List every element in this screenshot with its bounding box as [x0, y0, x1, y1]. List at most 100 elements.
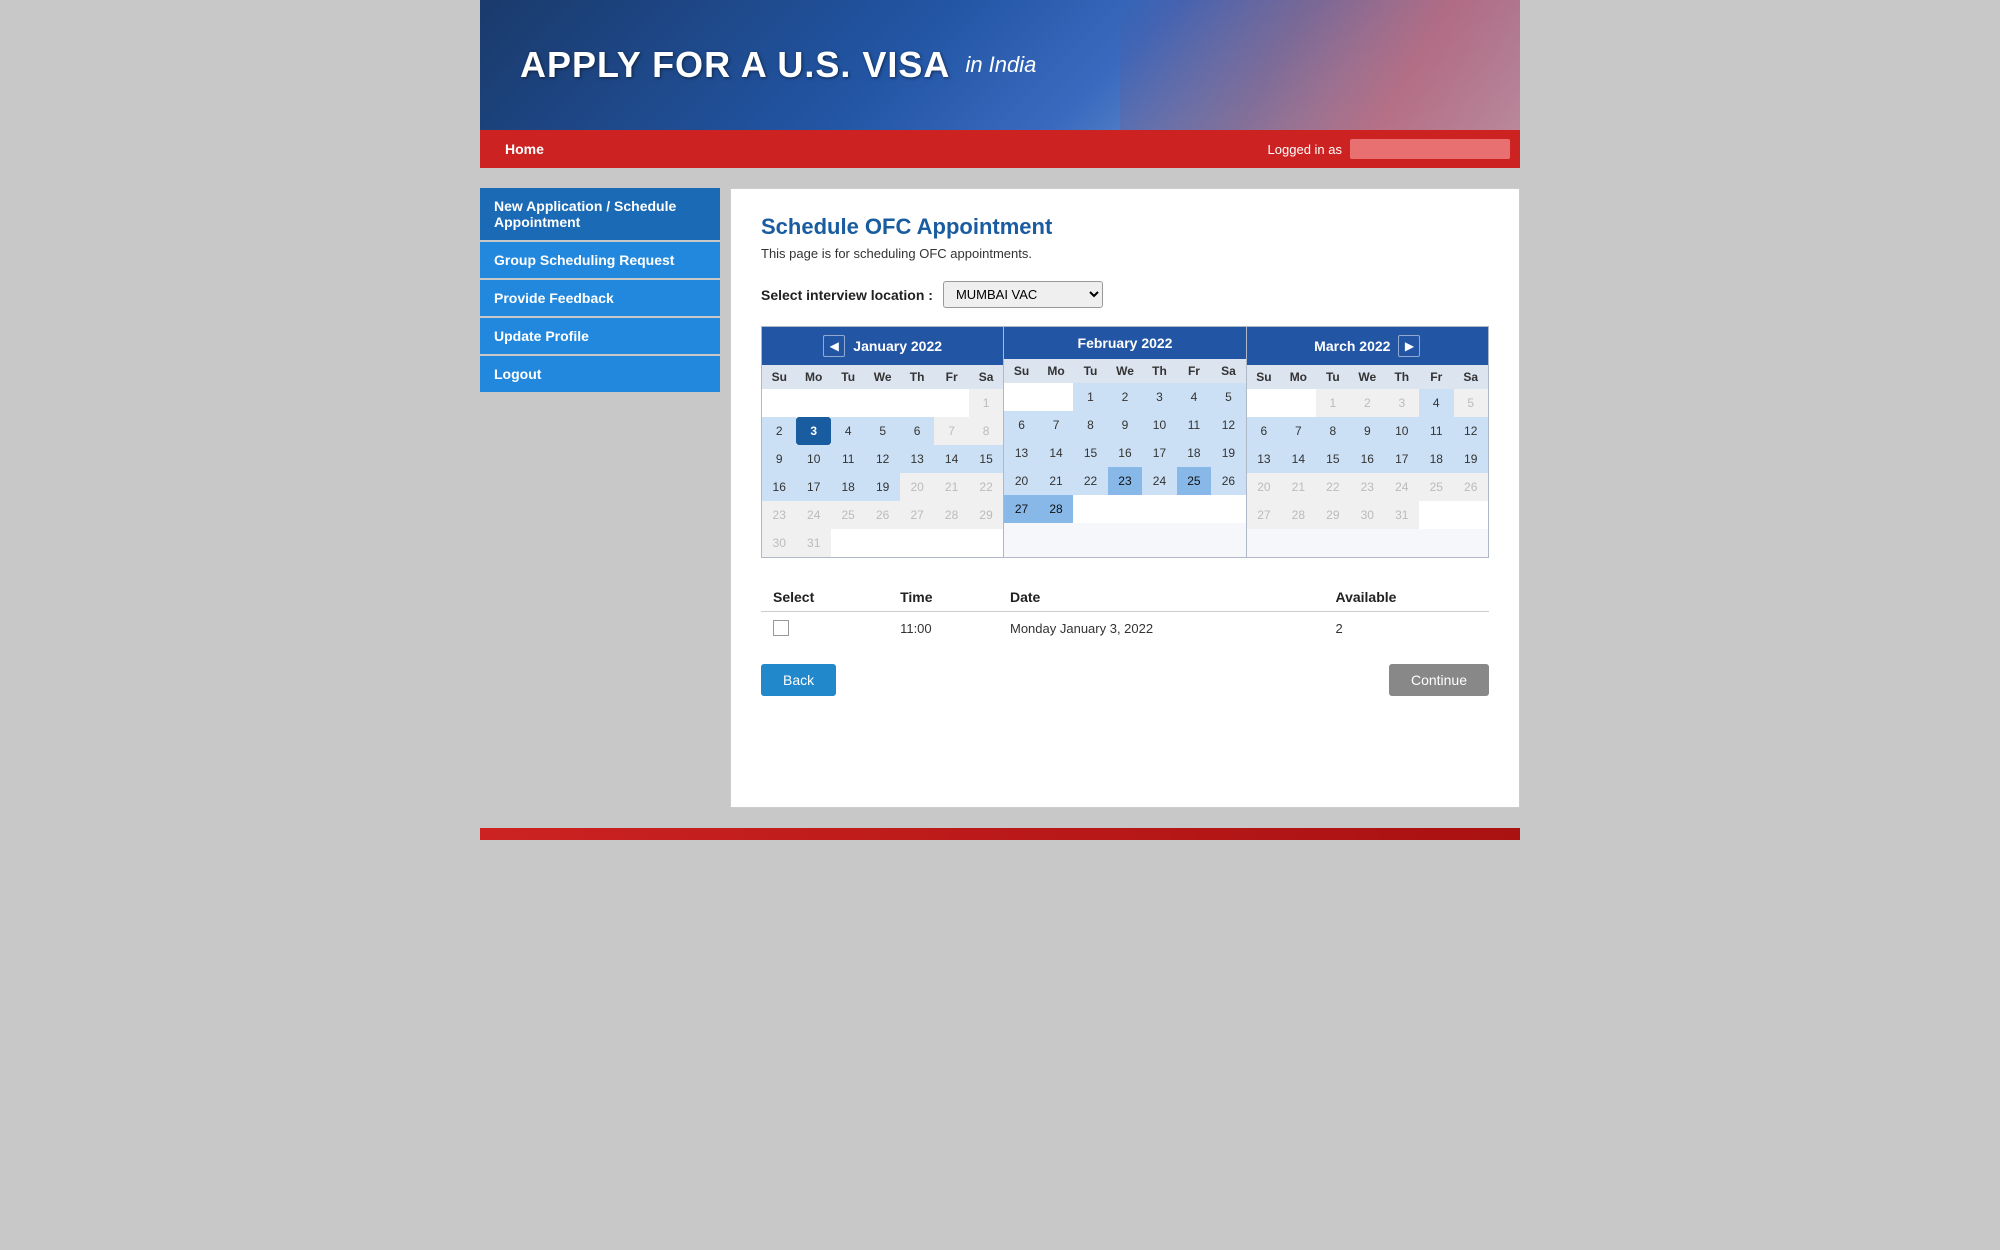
cal-cell-feb-21[interactable]: 21	[1039, 467, 1073, 495]
cal-cell: 21	[934, 473, 968, 501]
cal-cell-mar-16[interactable]: 16	[1350, 445, 1384, 473]
cal-cell: 29	[1316, 501, 1350, 529]
cal-cell-mar-7[interactable]: 7	[1281, 417, 1315, 445]
cal-cell-feb-12[interactable]: 12	[1211, 411, 1245, 439]
cal-cell-feb-16[interactable]: 16	[1108, 439, 1142, 467]
cal-cell: 27	[900, 501, 934, 529]
cal-cell-jan-5[interactable]: 5	[865, 417, 899, 445]
cal-cell-mar-10[interactable]: 10	[1385, 417, 1419, 445]
cal-cell-feb-19[interactable]: 19	[1211, 439, 1245, 467]
sidebar-item-group-scheduling[interactable]: Group Scheduling Request	[480, 242, 720, 278]
logged-in-section: Logged in as	[1268, 139, 1510, 159]
cal-cell-mar-4[interactable]: 4	[1419, 389, 1453, 417]
cal-cell-feb-8[interactable]: 8	[1073, 411, 1107, 439]
cal-cell-jan-4[interactable]: 4	[831, 417, 865, 445]
cal-cell-jan-9[interactable]: 9	[762, 445, 796, 473]
cal-cell-jan-19[interactable]: 19	[865, 473, 899, 501]
day-we: We	[1350, 365, 1384, 389]
day-fr: Fr	[934, 365, 968, 389]
cal-cell-feb-24[interactable]: 24	[1142, 467, 1176, 495]
home-nav-item[interactable]: Home	[490, 141, 559, 157]
sidebar-item-update-profile[interactable]: Update Profile	[480, 318, 720, 354]
cal-cell: 27	[1247, 501, 1281, 529]
cal-cell: 26	[1454, 473, 1488, 501]
cal-cell-mar-8[interactable]: 8	[1316, 417, 1350, 445]
location-select[interactable]: MUMBAI VAC DELHI VAC CHENNAI VAC HYDERAB…	[943, 281, 1103, 308]
cal-cell: 3	[1385, 389, 1419, 417]
cal-cell-mar-13[interactable]: 13	[1247, 445, 1281, 473]
cal-cell-jan-18[interactable]: 18	[831, 473, 865, 501]
cal-cell-mar-14[interactable]: 14	[1281, 445, 1315, 473]
cal-cell-feb-23[interactable]: 23	[1108, 467, 1142, 495]
continue-button[interactable]: Continue	[1389, 664, 1489, 696]
cal-cell-mar-15[interactable]: 15	[1316, 445, 1350, 473]
cal-cell-feb-27[interactable]: 27	[1004, 495, 1038, 523]
cal-cell-mar-9[interactable]: 9	[1350, 417, 1384, 445]
calendars-wrapper: ◀ January 2022 Su Mo Tu We Th Fr Sa	[761, 326, 1489, 558]
cal-header-january: ◀ January 2022	[762, 327, 1003, 365]
cal-cell-jan-11[interactable]: 11	[831, 445, 865, 473]
back-button[interactable]: Back	[761, 664, 836, 696]
cal-cell: 24	[796, 501, 830, 529]
cal-cell-mar-12[interactable]: 12	[1454, 417, 1488, 445]
cal-next-btn[interactable]: ▶	[1398, 335, 1420, 357]
cal-cell	[934, 529, 968, 557]
cal-cell-feb-11[interactable]: 11	[1177, 411, 1211, 439]
cal-prev-btn[interactable]: ◀	[823, 335, 845, 357]
cal-cell-jan-2[interactable]: 2	[762, 417, 796, 445]
cal-cell-jan-3[interactable]: 3	[796, 417, 830, 445]
select-checkbox[interactable]	[773, 620, 789, 636]
cal-cell-feb-9[interactable]: 9	[1108, 411, 1142, 439]
cal-cell-feb-10[interactable]: 10	[1142, 411, 1176, 439]
cal-cell-jan-15[interactable]: 15	[969, 445, 1003, 473]
sidebar-item-new-application[interactable]: New Application / Schedule Appointment	[480, 188, 720, 240]
sidebar-item-provide-feedback[interactable]: Provide Feedback	[480, 280, 720, 316]
cal-cell-mar-11[interactable]: 11	[1419, 417, 1453, 445]
cal-cell-feb-3[interactable]: 3	[1142, 383, 1176, 411]
cal-cell-feb-15[interactable]: 15	[1073, 439, 1107, 467]
day-sa: Sa	[969, 365, 1003, 389]
col-available: Available	[1323, 583, 1489, 612]
cal-cell-feb-25[interactable]: 25	[1177, 467, 1211, 495]
cal-cell-feb-14[interactable]: 14	[1039, 439, 1073, 467]
sidebar-item-logout[interactable]: Logout	[480, 356, 720, 392]
cal-cell-jan-12[interactable]: 12	[865, 445, 899, 473]
cal-cell-feb-1[interactable]: 1	[1073, 383, 1107, 411]
calendar-march: March 2022 ▶ Su Mo Tu We Th Fr Sa	[1247, 327, 1488, 557]
cal-cell-feb-5[interactable]: 5	[1211, 383, 1245, 411]
cal-cell-feb-26[interactable]: 26	[1211, 467, 1245, 495]
cal-cell-mar-17[interactable]: 17	[1385, 445, 1419, 473]
cal-cell: 1	[1316, 389, 1350, 417]
cal-cell-jan-10[interactable]: 10	[796, 445, 830, 473]
cal-days-feb: Su Mo Tu We Th Fr Sa	[1004, 359, 1245, 383]
header-banner: APPLY FOR A U.S. VISA in India	[480, 0, 1520, 130]
cal-cell-feb-4[interactable]: 4	[1177, 383, 1211, 411]
cal-cell-mar-6[interactable]: 6	[1247, 417, 1281, 445]
cal-cell-feb-28[interactable]: 28	[1039, 495, 1073, 523]
cal-cell-jan-17[interactable]: 17	[796, 473, 830, 501]
cal-cell-feb-6[interactable]: 6	[1004, 411, 1038, 439]
cal-cell-feb-7[interactable]: 7	[1039, 411, 1073, 439]
cal-cell-jan-14[interactable]: 14	[934, 445, 968, 473]
cal-cell-jan-16[interactable]: 16	[762, 473, 796, 501]
cal-cell-mar-19[interactable]: 19	[1454, 445, 1488, 473]
cal-cell	[1281, 389, 1315, 417]
cal-cell	[831, 529, 865, 557]
cal-cell-jan-6[interactable]: 6	[900, 417, 934, 445]
cal-cell-feb-2[interactable]: 2	[1108, 383, 1142, 411]
cal-cell-jan-13[interactable]: 13	[900, 445, 934, 473]
cal-cell-feb-13[interactable]: 13	[1004, 439, 1038, 467]
cal-cell-feb-22[interactable]: 22	[1073, 467, 1107, 495]
row-time: 11:00	[888, 612, 998, 645]
cal-cell	[1211, 495, 1245, 523]
cal-cell-feb-17[interactable]: 17	[1142, 439, 1176, 467]
cal-cell-feb-20[interactable]: 20	[1004, 467, 1038, 495]
cal-cell	[1142, 495, 1176, 523]
cal-cell	[1247, 389, 1281, 417]
cal-cell-feb-18[interactable]: 18	[1177, 439, 1211, 467]
day-mo: Mo	[1039, 359, 1073, 383]
cal-cell: 22	[1316, 473, 1350, 501]
content-area: Schedule OFC Appointment This page is fo…	[730, 188, 1520, 808]
cal-cell-mar-18[interactable]: 18	[1419, 445, 1453, 473]
day-fr: Fr	[1177, 359, 1211, 383]
